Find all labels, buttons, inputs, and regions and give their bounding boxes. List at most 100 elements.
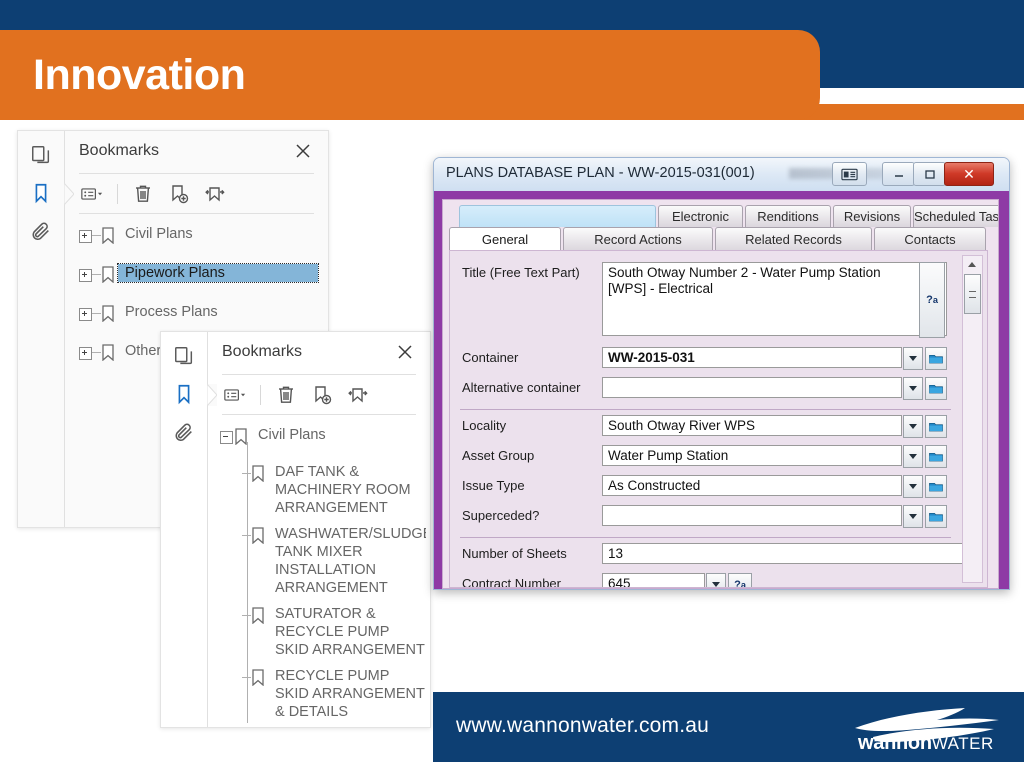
tab-record-actions[interactable]: Record Actions	[563, 227, 713, 251]
close-icon[interactable]	[292, 140, 314, 162]
list-item[interactable]: Civil Plans	[220, 424, 426, 452]
container-input[interactable]: WW-2015-031	[602, 347, 902, 368]
list-item[interactable]: RECYCLE PUMP SKID ARRANGEMENT & DETAILS	[220, 665, 426, 723]
folder-lookup-icon[interactable]	[925, 377, 947, 400]
bookmark-item-icon	[251, 669, 268, 691]
bookmarks-tree: Civil Plans DAF TANK & MACHINERY ROOM AR…	[220, 424, 426, 723]
paperclip-icon[interactable]	[170, 418, 198, 446]
title-textarea[interactable]: South Otway Number 2 - Water Pump Statio…	[602, 262, 947, 336]
tab-blank[interactable]	[459, 205, 656, 227]
bookmark-item-icon	[251, 527, 268, 549]
expand-bookmark-icon[interactable]	[200, 180, 230, 208]
close-icon[interactable]	[394, 341, 416, 363]
folder-lookup-icon[interactable]	[925, 415, 947, 438]
bookmarks-panel-body: Bookmarks	[208, 332, 430, 727]
expand-toggle-icon[interactable]	[79, 269, 92, 282]
brand-secondary: WATER	[931, 734, 994, 753]
folder-lookup-icon[interactable]	[925, 505, 947, 528]
tab-label: Related Records	[745, 232, 842, 247]
tab-contacts[interactable]: Contacts	[874, 227, 986, 251]
record-form: Title (Free Text Part) South Otway Numbe…	[449, 250, 988, 588]
tab-related-records[interactable]: Related Records	[715, 227, 872, 251]
options-menu-icon[interactable]	[77, 180, 107, 208]
new-bookmark-icon[interactable]	[164, 180, 194, 208]
chevron-down-icon[interactable]	[903, 505, 923, 528]
locality-input[interactable]: South Otway River WPS	[602, 415, 902, 436]
maximize-button[interactable]	[913, 162, 946, 186]
new-bookmark-icon[interactable]	[307, 381, 337, 409]
expand-toggle-icon[interactable]	[79, 230, 92, 243]
bookmark-item-icon	[101, 344, 118, 366]
chevron-down-icon[interactable]	[903, 445, 923, 468]
field-alternative-container: Alternative container	[450, 377, 957, 400]
panel-title-label: Bookmarks	[79, 142, 160, 159]
dialog-title-bar[interactable]: PLANS DATABASE PLAN - WW-2015-031(001) ✕	[434, 158, 1009, 192]
expand-toggle-icon[interactable]	[79, 347, 92, 360]
tab-revisions[interactable]: Revisions	[833, 205, 911, 227]
paperclip-icon[interactable]	[27, 217, 55, 245]
bookmark-label-selected[interactable]: Pipework Plans	[117, 263, 319, 283]
dialog-title: PLANS DATABASE PLAN - WW-2015-031(001)	[446, 165, 755, 181]
number-of-sheets-input[interactable]: 13	[602, 543, 963, 564]
keyword-lookup-icon[interactable]: ? a	[728, 573, 752, 587]
chevron-down-icon[interactable]	[706, 573, 726, 587]
chevron-down-icon[interactable]	[903, 415, 923, 438]
tab-strip-upper: Electronic Renditions Revisions Schedule…	[459, 205, 998, 227]
brand-wordmark: wannonWATER	[858, 732, 994, 755]
delete-bookmark-icon[interactable]	[128, 180, 158, 208]
minimize-button[interactable]	[882, 162, 915, 186]
tab-label: Revisions	[843, 209, 901, 224]
field-container: Container WW-2015-031	[450, 347, 957, 370]
pages-thumbnail-icon[interactable]	[27, 141, 55, 169]
list-item[interactable]: DAF TANK & MACHINERY ROOM ARRANGEMENT	[220, 461, 426, 519]
alternative-container-input[interactable]	[602, 377, 902, 398]
tab-label: Renditions	[757, 209, 819, 224]
issue-type-input[interactable]: As Constructed	[602, 475, 902, 496]
bookmark-icon[interactable]	[170, 380, 198, 408]
tree-connector	[242, 677, 251, 678]
list-item[interactable]: Civil Plans	[79, 223, 322, 251]
pages-thumbnail-icon[interactable]	[170, 342, 198, 370]
asset-group-input[interactable]: Water Pump Station	[602, 445, 902, 466]
panel-title-label: Bookmarks	[222, 343, 303, 360]
scroll-up-arrow-icon[interactable]	[963, 256, 980, 272]
bookmark-item-icon	[101, 266, 118, 288]
pdf-navigation-rail	[161, 332, 208, 727]
folder-lookup-icon[interactable]	[925, 445, 947, 468]
collapse-toggle-icon[interactable]	[220, 431, 233, 444]
list-item[interactable]: WASHWATER/SLUDGE TANK MIXER INSTALLATION…	[220, 523, 426, 599]
field-label: Locality	[462, 418, 507, 433]
tab-electronic[interactable]: Electronic	[658, 205, 743, 227]
folder-lookup-icon[interactable]	[925, 475, 947, 498]
toolbar-divider	[79, 213, 314, 214]
chevron-down-icon[interactable]	[903, 377, 923, 400]
options-menu-icon[interactable]	[220, 381, 250, 409]
contract-number-input[interactable]: 645	[602, 573, 705, 587]
tree-connector	[92, 313, 101, 314]
section-divider	[460, 409, 951, 410]
tree-connector	[92, 352, 101, 353]
list-item[interactable]: Pipework Plans	[79, 262, 322, 290]
list-item[interactable]: Process Plans	[79, 301, 322, 329]
scrollbar-thumb[interactable]	[964, 274, 981, 314]
superceded-input[interactable]	[602, 505, 902, 526]
chevron-down-icon[interactable]	[903, 475, 923, 498]
document-view-button[interactable]	[832, 162, 867, 186]
dialog-purple-frame: Electronic Renditions Revisions Schedule…	[434, 191, 1009, 589]
expand-bookmark-icon[interactable]	[343, 381, 373, 409]
bookmark-item-icon	[101, 305, 118, 327]
chevron-down-icon[interactable]	[903, 347, 923, 370]
list-item[interactable]: SATURATOR & RECYCLE PUMP SKID ARRANGEMEN…	[220, 603, 426, 661]
tab-scheduled-tasks[interactable]: Scheduled Tasks	[913, 205, 998, 227]
folder-lookup-icon[interactable]	[925, 347, 947, 370]
bookmark-label: DAF TANK & MACHINERY ROOM ARRANGEMENT	[275, 464, 411, 516]
keyword-lookup-icon[interactable]: ? a	[919, 262, 945, 338]
tab-general[interactable]: General	[449, 227, 561, 251]
form-scrollbar[interactable]	[962, 255, 983, 583]
expand-toggle-icon[interactable]	[79, 308, 92, 321]
close-button[interactable]: ✕	[944, 162, 994, 186]
tab-label: Record Actions	[594, 232, 682, 247]
tab-renditions[interactable]: Renditions	[745, 205, 831, 227]
bookmark-icon[interactable]	[27, 179, 55, 207]
delete-bookmark-icon[interactable]	[271, 381, 301, 409]
